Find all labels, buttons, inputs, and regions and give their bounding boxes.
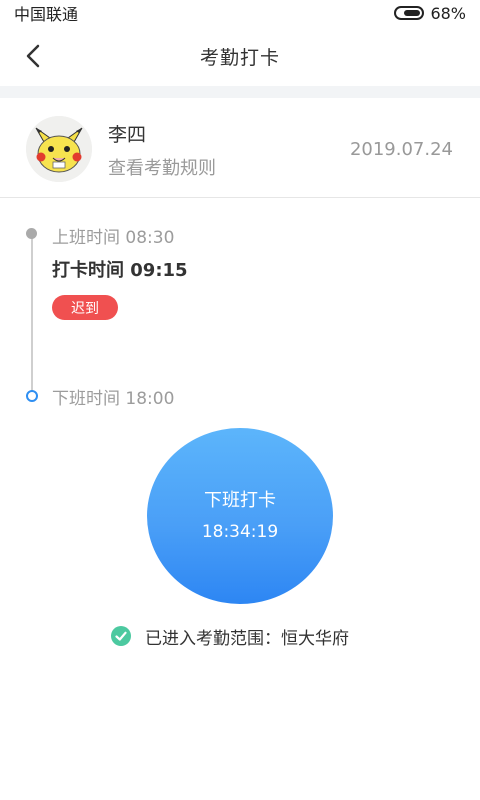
section-divider (0, 86, 480, 98)
chevron-left-icon (26, 44, 40, 68)
avatar (26, 116, 92, 182)
status-right: 68% (394, 4, 466, 23)
battery-percent: 68% (430, 3, 466, 23)
carrier-label: 中国联通 (14, 5, 79, 24)
back-button[interactable] (18, 40, 50, 72)
current-time: 18:34:19 (201, 522, 279, 542)
range-status: 已进入考勤范围：恒大华府 (111, 625, 349, 649)
attendance-screen: 中国联通 68% 考勤打卡 李四 查看考勤规则 2019.07.24 上班时间 … (0, 0, 480, 800)
clock-out-label: 下班打卡 (204, 490, 276, 511)
battery-icon (394, 6, 425, 20)
user-name: 李四 (108, 124, 147, 146)
nav-bar: 考勤打卡 (0, 26, 480, 86)
view-rules-link[interactable]: 查看考勤规则 (108, 154, 216, 180)
page-title: 考勤打卡 (199, 46, 280, 69)
end-time-label: 下班时间 18:00 (52, 389, 175, 409)
punch-time-label: 打卡时间 09:15 (52, 260, 188, 281)
attendance-date: 2019.07.24 (349, 139, 453, 160)
check-circle-icon (111, 626, 131, 646)
status-bar: 中国联通 68% (0, 0, 480, 26)
range-status-text: 已进入考勤范围：恒大华府 (145, 628, 349, 649)
pikachu-avatar-icon (26, 116, 92, 182)
start-time-label: 上班时间 08:30 (52, 228, 175, 248)
user-card: 李四 查看考勤规则 2019.07.24 (0, 98, 480, 198)
timeline-end-dot (26, 390, 38, 402)
late-status-badge: 迟到 (52, 295, 118, 320)
timeline-line (31, 234, 33, 394)
timeline-start-dot (26, 228, 37, 239)
clock-out-button[interactable]: 下班打卡 18:34:19 (147, 428, 333, 604)
